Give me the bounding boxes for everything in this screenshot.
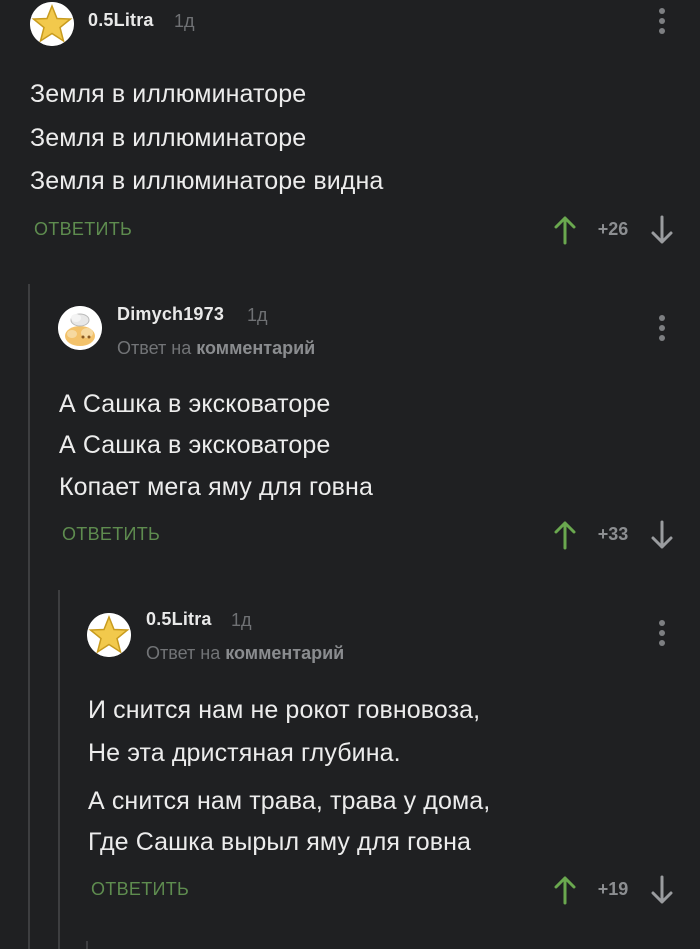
- reply-to-comment-link[interactable]: комментарий: [196, 338, 315, 358]
- reply-button[interactable]: ОТВЕТИТЬ: [91, 879, 189, 900]
- timestamp: 1д: [174, 11, 195, 31]
- comment: Dimych1973 1д Ответ на комментарий А Саш…: [0, 280, 700, 580]
- comment-text-line: А снится нам трава, трава у дома,: [88, 787, 491, 815]
- comment-text-line: Земля в иллюминаторе видна: [30, 167, 384, 195]
- avatar[interactable]: [30, 2, 74, 46]
- star-icon: [87, 613, 131, 657]
- reply-button[interactable]: ОТВЕТИТЬ: [34, 219, 132, 240]
- comment-text-line: Земля в иллюминаторе: [30, 124, 307, 152]
- comment-text-line: Где Сашка вырыл яму для говна: [88, 828, 472, 856]
- avatar[interactable]: [58, 306, 102, 350]
- vote-score: +33: [597, 524, 629, 544]
- upvote-arrow-icon[interactable]: [553, 215, 577, 245]
- comment-text-line: И снится нам не рокот говновоза,: [88, 696, 481, 724]
- vote-score: +26: [597, 219, 629, 239]
- star-icon: [30, 2, 74, 46]
- comment-text-line: Копает мега яму для говна: [59, 473, 373, 501]
- cartoon-face-icon: [58, 306, 102, 350]
- username[interactable]: Dimych1973: [117, 304, 224, 325]
- username[interactable]: 0.5Litra: [88, 10, 154, 31]
- reply-to-prefix: Ответ на: [117, 338, 192, 358]
- avatar[interactable]: [87, 613, 131, 657]
- reply-to-info: Ответ на комментарий: [146, 643, 344, 664]
- vote-score: +19: [597, 879, 629, 899]
- timestamp: 1д: [247, 305, 268, 325]
- upvote-arrow-icon[interactable]: [553, 875, 577, 905]
- comment-text-line: А Сашка в эксковаторе: [59, 431, 331, 459]
- more-options-icon[interactable]: [654, 313, 670, 343]
- comment-text-line: Земля в иллюминаторе: [30, 80, 307, 108]
- comment-text-line: А Сашка в эксковаторе: [59, 390, 331, 418]
- thread-line-level-3: [86, 941, 88, 949]
- downvote-arrow-icon[interactable]: [650, 520, 674, 550]
- reply-to-prefix: Ответ на: [146, 643, 221, 663]
- username[interactable]: 0.5Litra: [146, 609, 212, 630]
- downvote-arrow-icon[interactable]: [650, 875, 674, 905]
- more-options-icon[interactable]: [654, 6, 670, 36]
- more-options-icon[interactable]: [654, 618, 670, 648]
- comment-text-line: Не эта дристяная глубина.: [88, 739, 401, 767]
- reply-to-info: Ответ на комментарий: [117, 338, 315, 359]
- timestamp: 1д: [231, 610, 252, 630]
- upvote-arrow-icon[interactable]: [553, 520, 577, 550]
- comment: 0.5Litra 1д Земля в иллюминаторе Земля в…: [0, 0, 700, 260]
- downvote-arrow-icon[interactable]: [650, 215, 674, 245]
- comment: 0.5Litra 1д Ответ на комментарий И снитс…: [0, 590, 700, 930]
- reply-to-comment-link[interactable]: комментарий: [225, 643, 344, 663]
- reply-button[interactable]: ОТВЕТИТЬ: [62, 524, 160, 545]
